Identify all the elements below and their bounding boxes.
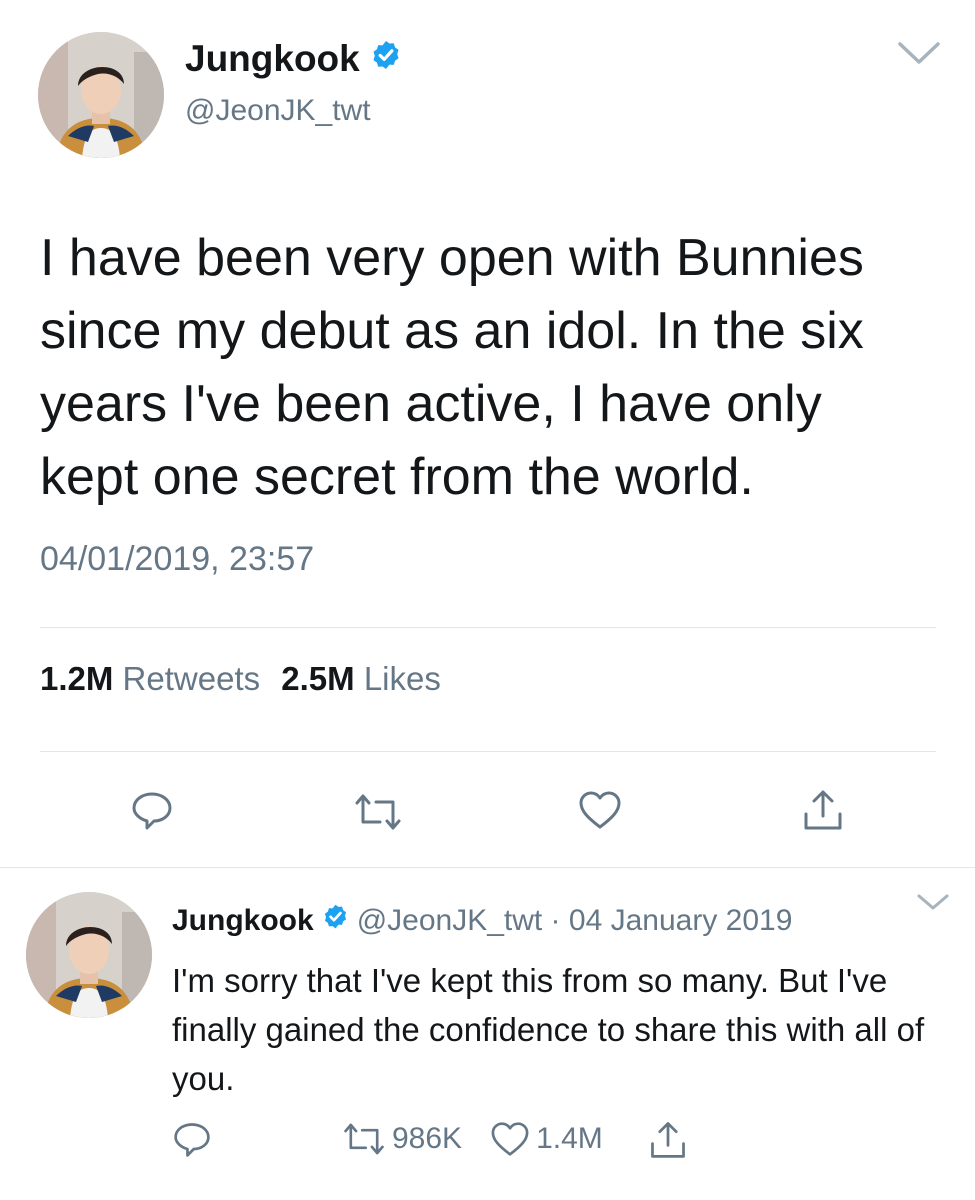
verified-badge-icon bbox=[370, 38, 402, 80]
reply-header: Jungkook @JeonJK_twt · 04 January 2019 bbox=[172, 903, 792, 938]
divider bbox=[40, 627, 936, 628]
retweet-button[interactable] bbox=[353, 792, 403, 832]
like-button[interactable]: 1.4M bbox=[490, 1121, 603, 1157]
chevron-down-icon[interactable] bbox=[896, 38, 942, 73]
reply-action-bar: 986K 1.4M bbox=[172, 1118, 689, 1160]
retweet-icon bbox=[344, 1123, 384, 1155]
reply-icon bbox=[132, 792, 172, 830]
tweet-text: I have been very open with Bunnies since… bbox=[40, 229, 864, 506]
retweet-button[interactable]: 986K bbox=[342, 1121, 462, 1157]
reply-button[interactable] bbox=[130, 788, 174, 832]
avatar-photo bbox=[38, 32, 164, 158]
verified-badge-icon bbox=[322, 903, 349, 938]
like-count[interactable]: 2.5M bbox=[281, 660, 354, 697]
reply-display-name[interactable]: Jungkook bbox=[172, 904, 314, 938]
share-button[interactable] bbox=[800, 786, 846, 832]
reply-avatar[interactable] bbox=[26, 892, 152, 1018]
like-count: 1.4M bbox=[536, 1122, 603, 1155]
avatar[interactable] bbox=[38, 32, 164, 158]
share-icon bbox=[804, 790, 842, 830]
retweet-label[interactable]: Retweets bbox=[123, 660, 261, 697]
like-icon bbox=[579, 791, 621, 829]
share-button[interactable] bbox=[647, 1118, 689, 1160]
divider bbox=[40, 751, 936, 752]
like-label[interactable]: Likes bbox=[364, 660, 441, 697]
retweet-count: 986K bbox=[392, 1122, 463, 1155]
like-button[interactable] bbox=[578, 790, 622, 830]
reply-handle-date[interactable]: @JeonJK_twt · 04 January 2019 bbox=[357, 904, 793, 938]
reply-icon bbox=[174, 1123, 210, 1157]
chevron-down-icon[interactable] bbox=[916, 892, 950, 917]
author-name[interactable]: Jungkook bbox=[185, 38, 402, 80]
retweet-icon bbox=[355, 794, 401, 830]
tweet-separator bbox=[0, 867, 975, 868]
tweet-timestamp[interactable]: 04/01/2019, 23:57 bbox=[40, 540, 314, 579]
avatar-photo bbox=[26, 892, 152, 1018]
author-handle[interactable]: @JeonJK_twt bbox=[185, 94, 371, 128]
retweet-count[interactable]: 1.2M bbox=[40, 660, 113, 697]
reply-text: I'm sorry that I've kept this from so ma… bbox=[172, 962, 925, 1097]
tweet-stats: 1.2M Retweets 2.5M Likes bbox=[40, 660, 441, 698]
like-icon bbox=[491, 1122, 529, 1156]
reply-button[interactable] bbox=[172, 1119, 212, 1159]
display-name: Jungkook bbox=[185, 38, 360, 79]
share-icon bbox=[650, 1122, 685, 1158]
